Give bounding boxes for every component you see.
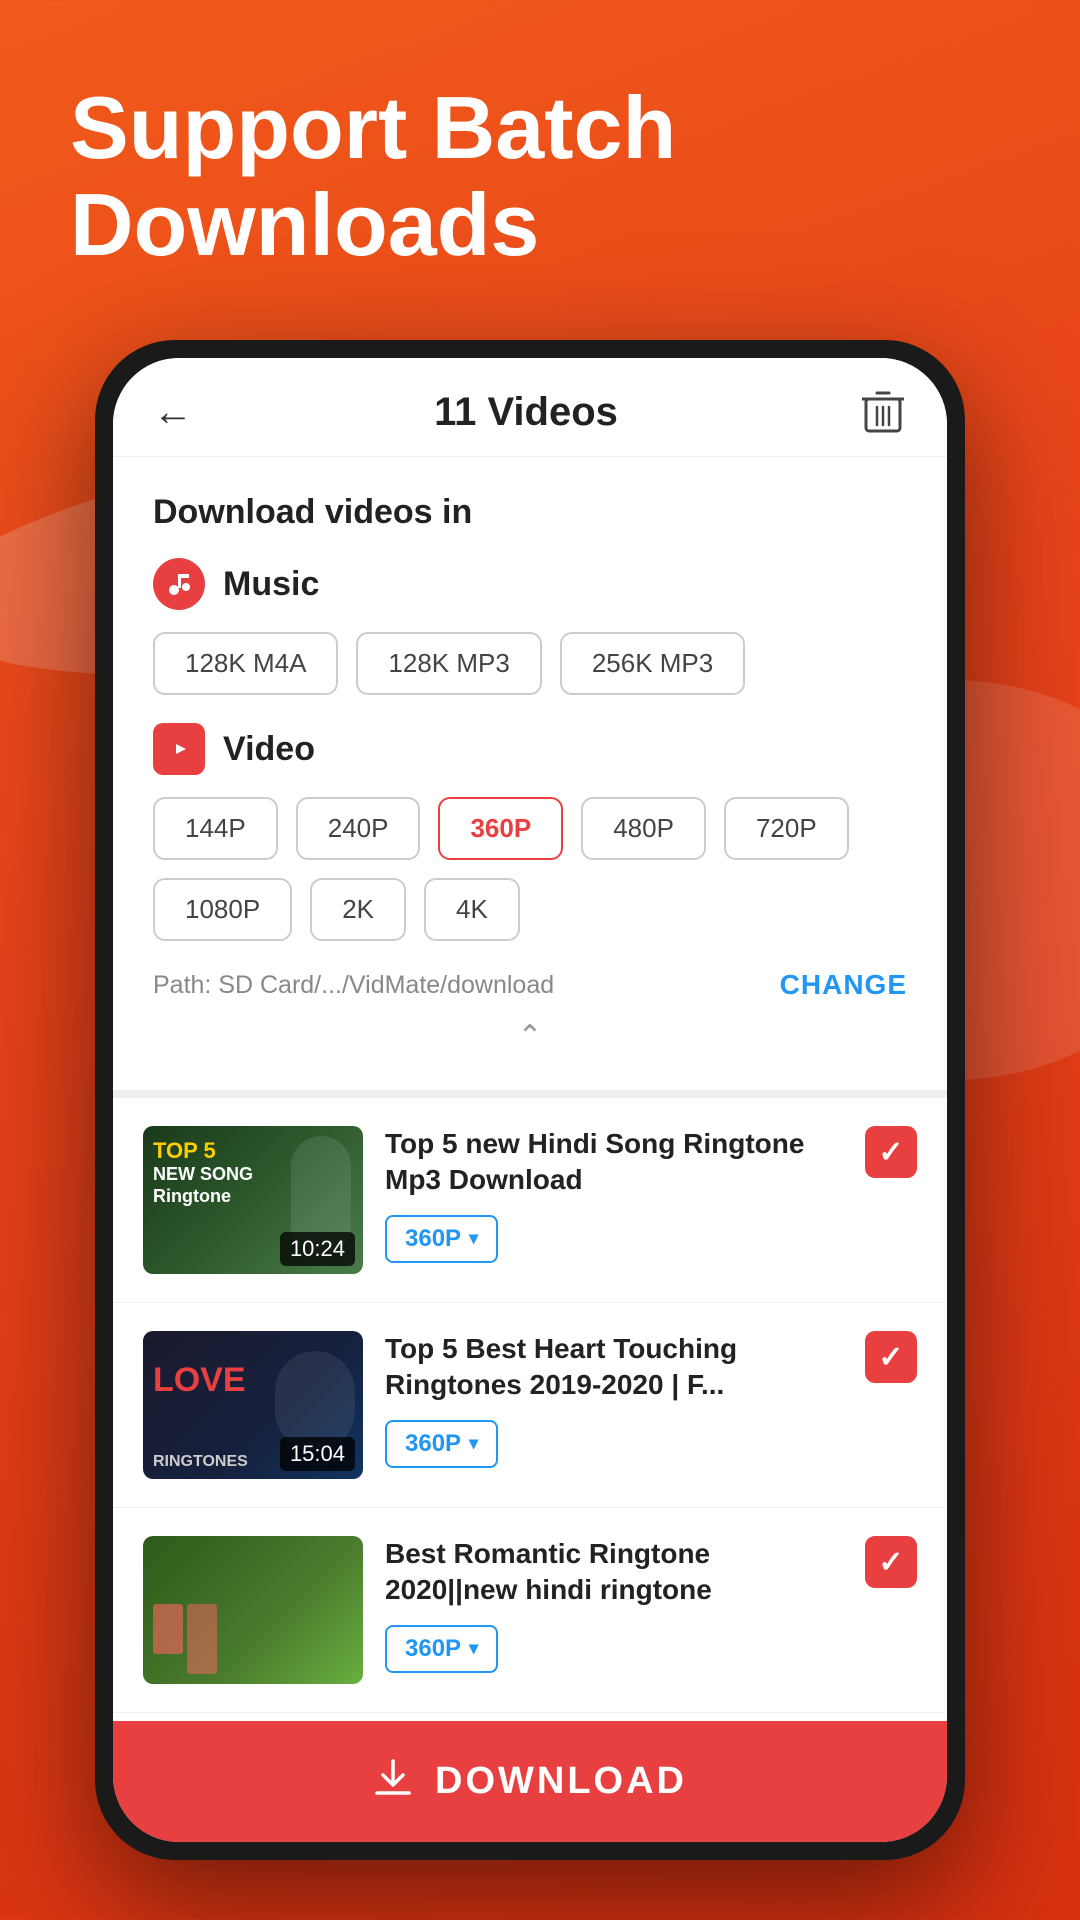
video-format-buttons: 144P 240P 360P 480P 720P 1080P 2K 4K [153, 797, 907, 941]
music-format-128k-m4a[interactable]: 128K M4A [153, 632, 338, 695]
collapse-arrow[interactable]: ⌃ [153, 1001, 907, 1060]
quality-value-2: 360P [405, 1430, 461, 1458]
music-format-128k-mp3[interactable]: 128K MP3 [356, 632, 541, 695]
chevron-down-icon-2: ▾ [469, 1433, 478, 1454]
thumb-wrap-3 [143, 1536, 363, 1684]
back-button[interactable]: ← [153, 390, 193, 435]
change-button[interactable]: CHANGE [780, 969, 907, 1001]
video-section: Video 144P 240P 360P 480P 720P 1080P 2K … [153, 723, 907, 941]
music-section-header: Music [153, 558, 907, 610]
video-list: TOP 5 NEW SONG Ringtone 10:24 Top 5 new … [113, 1098, 947, 1721]
video-format-240p[interactable]: 240P [296, 797, 421, 860]
phone-screen: ← 11 Videos Download videos in [113, 358, 947, 1842]
video-format-360p[interactable]: 360P [438, 797, 563, 860]
quality-select-2[interactable]: 360P ▾ [385, 1420, 498, 1468]
page-title: 11 Videos [434, 390, 618, 435]
video-item-2: LOVE RINGTONES 15:04 Top 5 Best Heart To… [113, 1303, 947, 1508]
download-button-label: DOWNLOAD [435, 1760, 687, 1803]
music-format-256k-mp3[interactable]: 256K MP3 [560, 632, 745, 695]
video-info-2: Top 5 Best Heart Touching Ringtones 2019… [385, 1331, 843, 1468]
phone-wrapper: ← 11 Videos Download videos in [95, 340, 1050, 1920]
hero-title: Support Batch Downloads [70, 80, 1010, 274]
video-title-1: Top 5 new Hindi Song Ringtone Mp3 Downlo… [385, 1126, 843, 1199]
phone-shell: ← 11 Videos Download videos in [95, 340, 965, 1860]
thumb-overlay-1: TOP 5 NEW SONG Ringtone [153, 1138, 253, 1208]
quality-value-1: 360P [405, 1225, 461, 1253]
thumb-3 [143, 1536, 363, 1684]
video-format-4k[interactable]: 4K [424, 878, 520, 941]
video-format-720p[interactable]: 720P [724, 797, 849, 860]
video-item-3: Best Romantic Ringtone 2020||new hindi r… [113, 1508, 947, 1713]
duration-badge-2: 15:04 [280, 1437, 355, 1471]
checkbox-3[interactable]: ✓ [865, 1536, 917, 1588]
video-format-480p[interactable]: 480P [581, 797, 706, 860]
format-panel-title: Download videos in [153, 493, 907, 532]
format-panel: Download videos in Music [113, 457, 947, 1098]
download-bar[interactable]: DOWNLOAD [113, 1721, 947, 1842]
check-icon-1: ✓ [878, 1135, 903, 1170]
music-format-buttons: 128K M4A 128K MP3 256K MP3 [153, 632, 907, 695]
quality-value-3: 360P [405, 1635, 461, 1663]
check-icon-3: ✓ [878, 1545, 903, 1580]
video-info-1: Top 5 new Hindi Song Ringtone Mp3 Downlo… [385, 1126, 843, 1263]
top-bar: ← 11 Videos [113, 358, 947, 457]
thumb-wrap-2: LOVE RINGTONES 15:04 [143, 1331, 363, 1479]
trash-button[interactable] [859, 388, 907, 436]
music-section: Music 128K M4A 128K MP3 256K MP3 [153, 558, 907, 695]
video-item-1: TOP 5 NEW SONG Ringtone 10:24 Top 5 new … [113, 1098, 947, 1303]
duration-badge-1: 10:24 [280, 1232, 355, 1266]
video-info-3: Best Romantic Ringtone 2020||new hindi r… [385, 1536, 843, 1673]
video-section-label: Video [223, 730, 315, 769]
video-section-header: Video [153, 723, 907, 775]
checkbox-1[interactable]: ✓ [865, 1126, 917, 1178]
thumb-sub-2: RINGTONES [153, 1453, 248, 1471]
video-title-2: Top 5 Best Heart Touching Ringtones 2019… [385, 1331, 843, 1404]
video-format-2k[interactable]: 2K [310, 878, 406, 941]
path-text: Path: SD Card/.../VidMate/download [153, 971, 554, 1000]
video-format-1080p[interactable]: 1080P [153, 878, 292, 941]
music-icon [153, 558, 205, 610]
thumb-wrap-1: TOP 5 NEW SONG Ringtone 10:24 [143, 1126, 363, 1274]
chevron-down-icon-3: ▾ [469, 1638, 478, 1659]
video-format-144p[interactable]: 144P [153, 797, 278, 860]
quality-select-3[interactable]: 360P ▾ [385, 1625, 498, 1673]
path-row: Path: SD Card/.../VidMate/download CHANG… [153, 969, 907, 1001]
video-title-3: Best Romantic Ringtone 2020||new hindi r… [385, 1536, 843, 1609]
check-icon-2: ✓ [878, 1340, 903, 1375]
video-icon [153, 723, 205, 775]
checkbox-2[interactable]: ✓ [865, 1331, 917, 1383]
chevron-down-icon: ▾ [469, 1228, 478, 1249]
thumb-overlay-2: LOVE [153, 1361, 246, 1400]
quality-select-1[interactable]: 360P ▾ [385, 1215, 498, 1263]
download-icon [373, 1757, 413, 1806]
music-section-label: Music [223, 565, 319, 604]
